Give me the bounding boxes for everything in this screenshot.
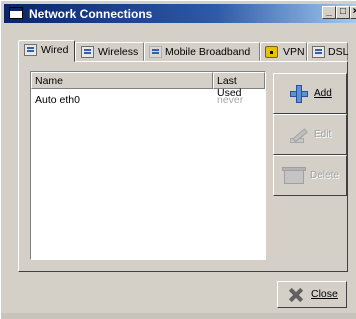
mobile-broadband-icon	[149, 46, 162, 58]
edit-button-label: Edit	[314, 129, 332, 140]
add-button-label: Add	[314, 88, 332, 99]
network-connections-window: Network Connections _ □ × Wired Wireless…	[0, 0, 356, 319]
maximize-button[interactable]: □	[336, 6, 350, 19]
close-icon	[288, 287, 304, 303]
title-bar[interactable]: Network Connections _ □ ×	[4, 4, 356, 23]
edit-button[interactable]: Edit	[273, 114, 347, 155]
window-title: Network Connections	[29, 7, 153, 21]
close-window-button[interactable]: ×	[350, 6, 356, 19]
close-button-label: Close	[311, 288, 338, 300]
minimize-button[interactable]: _	[322, 6, 336, 19]
connection-last-used: never	[217, 94, 244, 106]
network-card-icon	[24, 44, 37, 56]
window-icon	[9, 7, 23, 19]
column-header-last-used[interactable]: Last Used	[213, 72, 265, 99]
delete-button[interactable]: Delete	[273, 155, 347, 196]
tab-label: DSL	[328, 46, 349, 58]
network-card-icon	[81, 46, 94, 58]
table-row[interactable]: Auto eth0 never	[31, 92, 265, 108]
tab-mobile-broadband[interactable]: Mobile Broadband	[144, 42, 260, 61]
delete-button-label: Delete	[310, 170, 339, 181]
network-card-icon	[312, 46, 325, 58]
add-icon	[290, 85, 308, 103]
tab-dsl[interactable]: DSL	[307, 42, 348, 61]
tab-label: VPN	[283, 46, 305, 58]
list-header: Name Last Used	[31, 72, 265, 99]
tab-label: Mobile Broadband	[165, 46, 251, 58]
add-button[interactable]: Add	[273, 73, 347, 114]
tab-wireless[interactable]: Wireless	[75, 42, 144, 61]
bottom-edge	[1, 313, 356, 319]
edit-icon	[290, 126, 308, 144]
column-header-name[interactable]: Name	[31, 72, 213, 89]
tab-label: Wireless	[98, 46, 139, 58]
lock-icon	[265, 46, 278, 58]
connection-list[interactable]: Name Last Used Auto eth0 never	[30, 71, 266, 260]
connection-name: Auto eth0	[35, 94, 80, 106]
tab-vpn[interactable]: VPN	[260, 42, 307, 61]
tab-label: Wired	[41, 44, 69, 56]
tab-wired[interactable]: Wired	[18, 40, 75, 62]
close-button[interactable]: Close	[277, 281, 347, 308]
delete-icon	[282, 167, 306, 185]
